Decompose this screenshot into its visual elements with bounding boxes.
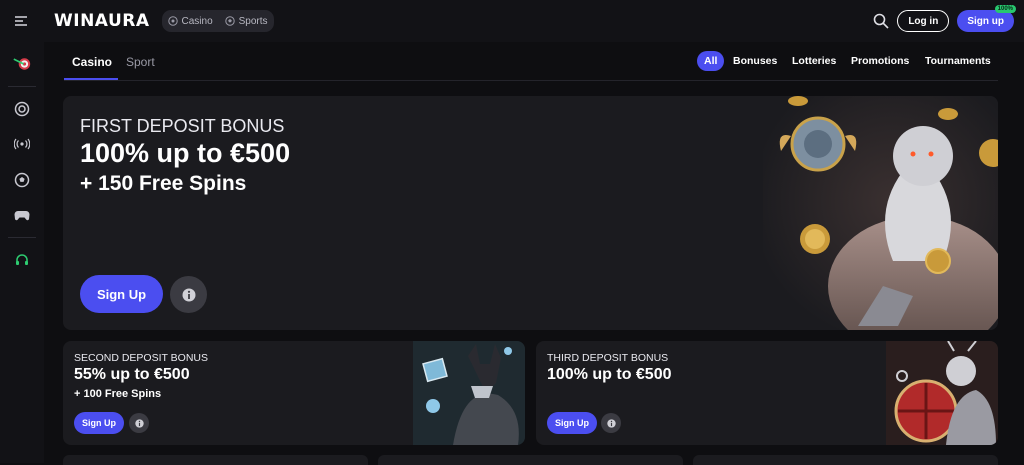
filter-bonuses[interactable]: Bonuses	[733, 51, 777, 71]
sidebar-divider	[8, 237, 36, 238]
next-card-peek	[378, 455, 683, 465]
signup-button[interactable]: Sign up 100%	[957, 5, 1016, 32]
filter-all[interactable]: All	[697, 51, 725, 71]
info-icon[interactable]	[170, 276, 207, 313]
card-title: 55% up to €500	[74, 366, 190, 383]
hamburger-menu-icon[interactable]	[0, 0, 42, 42]
search-icon[interactable]	[873, 13, 889, 29]
banner-subtitle: FIRST DEPOSIT BONUS	[80, 116, 285, 136]
mode-sports-label: Sports	[238, 15, 268, 27]
darts-icon[interactable]	[13, 55, 31, 73]
filter-promotions[interactable]: Promotions	[851, 51, 909, 71]
tab-sport[interactable]: Sport	[126, 55, 155, 69]
active-tab-indicator	[64, 78, 118, 80]
headset-icon[interactable]	[13, 251, 31, 269]
filter-lotteries[interactable]: Lotteries	[792, 51, 836, 71]
filter-tournaments[interactable]: Tournaments	[925, 51, 991, 71]
dice-icon	[167, 16, 178, 26]
casino-chip-icon[interactable]	[13, 100, 31, 118]
signup-button-label: Sign up	[967, 15, 1004, 27]
third-deposit-card[interactable]: THIRD DEPOSIT BONUS 100% up to €500 Sign…	[536, 341, 998, 445]
card-free-spins: + 100 Free Spins	[74, 388, 162, 400]
card-signup-button[interactable]: Sign Up	[547, 412, 597, 434]
banner-signup-button[interactable]: Sign Up	[80, 275, 163, 313]
tab-casino[interactable]: Casino	[72, 55, 112, 69]
sidebar	[0, 42, 44, 463]
next-card-peek	[63, 455, 368, 465]
gamepad-icon[interactable]	[13, 206, 31, 224]
login-button[interactable]: Log in	[897, 10, 950, 32]
mode-switcher: Casino Sports	[161, 10, 274, 32]
zeus-artwork	[763, 96, 998, 330]
mode-casino-label: Casino	[181, 15, 213, 27]
next-card-peek	[693, 455, 998, 465]
mode-casino[interactable]: Casino	[167, 15, 213, 27]
soccer-ball-icon	[224, 16, 235, 26]
info-icon[interactable]	[601, 413, 621, 433]
banner-free-spins: + 150 Free Spins	[80, 172, 247, 195]
sidebar-divider	[8, 86, 36, 87]
valkyrie-artwork	[886, 341, 998, 445]
first-deposit-banner[interactable]: FIRST DEPOSIT BONUS 100% up to €500 + 15…	[63, 96, 998, 330]
second-deposit-card[interactable]: SECOND DEPOSIT BONUS 55% up to €500 + 10…	[63, 341, 525, 445]
live-broadcast-icon[interactable]	[13, 135, 31, 153]
top-bar: WINAURA Casino Sports Log in Sign up 100…	[0, 0, 1024, 42]
soccer-ball-icon[interactable]	[13, 171, 31, 189]
bonus-badge: 100%	[994, 5, 1016, 13]
card-subtitle: THIRD DEPOSIT BONUS	[547, 352, 669, 364]
logo[interactable]: WINAURA	[54, 11, 150, 31]
card-subtitle: SECOND DEPOSIT BONUS	[74, 352, 208, 364]
anubis-artwork	[413, 341, 525, 445]
mode-sports[interactable]: Sports	[224, 15, 268, 27]
card-title: 100% up to €500	[547, 366, 672, 383]
info-icon[interactable]	[129, 413, 149, 433]
card-signup-button[interactable]: Sign Up	[74, 412, 124, 434]
banner-title: 100% up to €500	[80, 138, 291, 168]
